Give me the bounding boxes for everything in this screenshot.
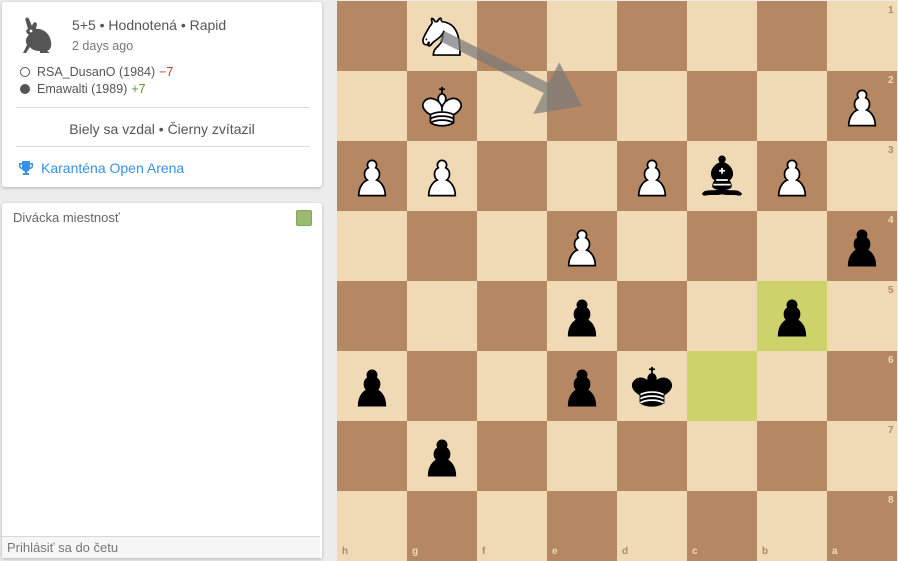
rank-label: 6 (888, 355, 894, 366)
square-f2[interactable] (477, 71, 547, 141)
black-color-icon (20, 84, 30, 94)
white-pawn-piece[interactable] (547, 211, 617, 281)
square-d2[interactable] (617, 71, 687, 141)
square-f3[interactable] (477, 141, 547, 211)
game-setup-text: 5+5 • Hodnotená • Rapid (72, 17, 227, 33)
player-white-name[interactable]: RSA_DusanO (1984) (37, 65, 155, 79)
black-bishop-piece[interactable] (687, 141, 757, 211)
square-d7[interactable] (617, 421, 687, 491)
square-h7[interactable] (337, 421, 407, 491)
black-pawn-piece[interactable] (547, 351, 617, 421)
black-pawn-piece[interactable] (757, 281, 827, 351)
chat-toggle[interactable] (296, 210, 312, 226)
divider (16, 146, 310, 147)
square-c2[interactable] (687, 71, 757, 141)
chat-input[interactable]: Prihlásiť sa do četu (2, 536, 320, 558)
rank-label: 7 (888, 425, 894, 436)
white-pawn-piece[interactable] (827, 71, 897, 141)
square-c4[interactable] (687, 211, 757, 281)
square-a1[interactable] (827, 1, 897, 71)
square-a3[interactable] (827, 141, 897, 211)
divider (16, 107, 310, 108)
square-f7[interactable] (477, 421, 547, 491)
rank-label: 1 (888, 5, 894, 16)
square-b2[interactable] (757, 71, 827, 141)
square-a5[interactable] (827, 281, 897, 351)
white-pawn-piece[interactable] (757, 141, 827, 211)
white-pawn-piece[interactable] (337, 141, 407, 211)
square-f4[interactable] (477, 211, 547, 281)
file-label: h (342, 546, 349, 557)
white-color-icon (20, 67, 30, 77)
file-label: f (482, 546, 486, 557)
tournament-link[interactable]: Karanténa Open Arena (18, 160, 184, 176)
tournament-name[interactable]: Karanténa Open Arena (41, 160, 184, 176)
rank-label: 5 (888, 285, 894, 296)
square-a6[interactable] (827, 351, 897, 421)
square-d4[interactable] (617, 211, 687, 281)
black-pawn-piece[interactable] (407, 421, 477, 491)
white-pawn-piece[interactable] (617, 141, 687, 211)
game-result: Biely sa vzdal • Čierny zvítazil (69, 121, 255, 137)
square-b7[interactable] (757, 421, 827, 491)
player-black[interactable]: Emawalti (1989) +7 (20, 82, 146, 96)
player-white[interactable]: RSA_DusanO (1984) −7 (20, 65, 173, 79)
square-h1[interactable] (337, 1, 407, 71)
black-pawn-piece[interactable] (337, 351, 407, 421)
square-b6[interactable] (757, 351, 827, 421)
game-date: 2 days ago (72, 39, 134, 53)
black-king-piece[interactable] (617, 351, 687, 421)
file-label: a (832, 546, 838, 557)
square-e2[interactable] (547, 71, 617, 141)
square-e7[interactable] (547, 421, 617, 491)
spectator-chat: Divácka miestnosť Prihlásiť sa do četu (2, 203, 322, 558)
square-c6[interactable] (687, 351, 757, 421)
square-h2[interactable] (337, 71, 407, 141)
square-c1[interactable] (687, 1, 757, 71)
black-pawn-piece[interactable] (547, 281, 617, 351)
square-h5[interactable] (337, 281, 407, 351)
black-pawn-piece[interactable] (827, 211, 897, 281)
square-d1[interactable] (617, 1, 687, 71)
square-b4[interactable] (757, 211, 827, 281)
chess-board[interactable]: 12345678hgfedcba (337, 1, 897, 561)
white-king-piece[interactable] (407, 71, 477, 141)
rank-label: 3 (888, 145, 894, 156)
player-black-name[interactable]: Emawalti (1989) (37, 82, 127, 96)
file-label: e (552, 546, 558, 557)
file-label: d (622, 546, 629, 557)
square-c7[interactable] (687, 421, 757, 491)
rank-label: 8 (888, 495, 894, 506)
white-knight-piece[interactable] (407, 1, 477, 71)
rabbit-icon (20, 16, 56, 56)
white-pawn-piece[interactable] (407, 141, 477, 211)
square-f8[interactable] (477, 491, 547, 561)
chat-title: Divácka miestnosť (13, 210, 120, 225)
square-g4[interactable] (407, 211, 477, 281)
square-e1[interactable] (547, 1, 617, 71)
game-info-card: 5+5 • Hodnotená • Rapid 2 days ago RSA_D… (2, 2, 322, 187)
square-g6[interactable] (407, 351, 477, 421)
file-label: g (412, 546, 419, 557)
square-f1[interactable] (477, 1, 547, 71)
file-label: b (762, 546, 769, 557)
trophy-icon (19, 161, 33, 175)
square-g5[interactable] (407, 281, 477, 351)
square-f6[interactable] (477, 351, 547, 421)
square-a7[interactable] (827, 421, 897, 491)
file-label: c (692, 546, 698, 557)
player-white-rating-diff: −7 (159, 65, 174, 79)
player-black-rating-diff: +7 (131, 82, 146, 96)
square-b1[interactable] (757, 1, 827, 71)
square-f5[interactable] (477, 281, 547, 351)
square-d5[interactable] (617, 281, 687, 351)
square-e3[interactable] (547, 141, 617, 211)
square-c5[interactable] (687, 281, 757, 351)
square-h4[interactable] (337, 211, 407, 281)
